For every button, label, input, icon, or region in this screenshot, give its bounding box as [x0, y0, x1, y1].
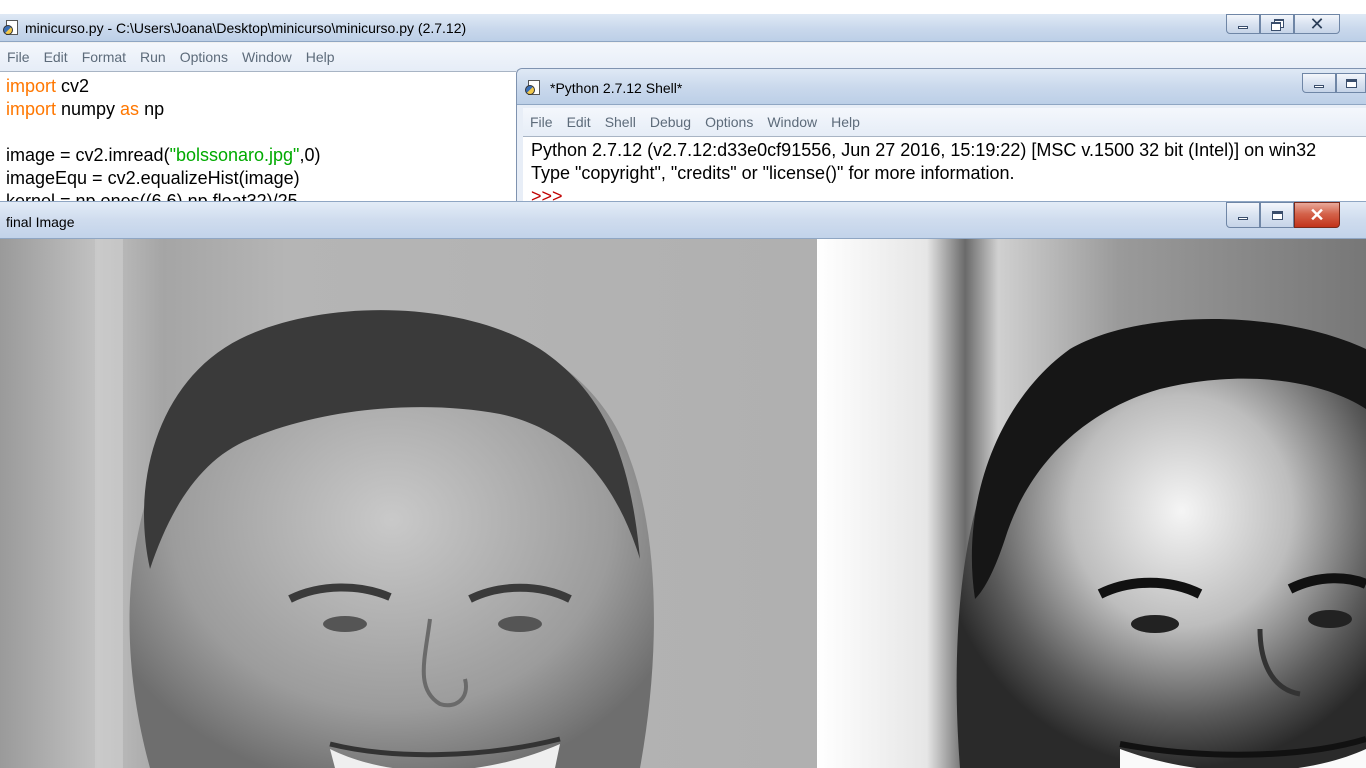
minimize-button[interactable]	[1226, 202, 1260, 228]
shell-window-controls	[1302, 73, 1366, 93]
image-window-controls: ✕	[1226, 202, 1340, 228]
image-canvas	[0, 239, 1366, 768]
menu-window[interactable]: Window	[235, 49, 299, 65]
editor-titlebar[interactable]: minicurso.py - C:\Users\Joana\Desktop\mi…	[0, 14, 1366, 42]
minimize-button[interactable]	[1302, 73, 1336, 93]
minimize-icon	[1314, 84, 1324, 88]
menu-options[interactable]: Options	[173, 49, 235, 65]
maximize-icon	[1345, 78, 1357, 88]
shell-titlebar[interactable]: *Python 2.7.12 Shell*	[517, 69, 1366, 105]
menu-file[interactable]: File	[523, 114, 560, 130]
shell-banner-line: Python 2.7.12 (v2.7.12:d33e0cf91556, Jun…	[531, 140, 1317, 160]
restore-button[interactable]	[1260, 14, 1294, 34]
menu-shell[interactable]: Shell	[598, 114, 643, 130]
maximize-icon	[1271, 210, 1283, 220]
menu-window[interactable]: Window	[760, 114, 824, 130]
editor-menubar: File Edit Format Run Options Window Help	[0, 43, 1366, 71]
shell-menubar: File Edit Shell Debug Options Window Hel…	[523, 108, 1366, 136]
menu-edit[interactable]: Edit	[37, 49, 75, 65]
editor-window-controls: ✕	[1226, 14, 1340, 34]
close-icon: ✕	[1309, 204, 1325, 225]
original-grayscale-image	[0, 239, 817, 768]
shell-output[interactable]: Python 2.7.12 (v2.7.12:d33e0cf91556, Jun…	[523, 136, 1366, 208]
close-button[interactable]: ✕	[1294, 14, 1340, 34]
menu-options[interactable]: Options	[698, 114, 760, 130]
image-window-title: final Image	[6, 214, 75, 230]
code-editor[interactable]: import cv2 import numpy as np image = cv2…	[0, 71, 516, 214]
code-line-2: import numpy as np	[6, 99, 165, 119]
code-line-1: import cv2	[6, 76, 90, 96]
code-line-5: imageEqu = cv2.equalizeHist(image)	[6, 168, 300, 188]
image-window: final Image ✕	[0, 201, 1366, 768]
editor-title: minicurso.py - C:\Users\Joana\Desktop\mi…	[25, 20, 467, 36]
idle-python-icon	[525, 79, 543, 97]
minimize-icon	[1238, 216, 1248, 220]
shell-window: *Python 2.7.12 Shell* File Edit Shell De…	[516, 68, 1366, 208]
maximize-button[interactable]	[1260, 202, 1294, 228]
close-icon: ✕	[1309, 13, 1325, 34]
code-line-4: image = cv2.imread("bolssonaro.jpg",0)	[6, 145, 321, 165]
image-canvas-svg	[0, 239, 1366, 768]
menu-help[interactable]: Help	[824, 114, 867, 130]
restore-icon	[1271, 19, 1284, 31]
maximize-button[interactable]	[1336, 73, 1366, 93]
idle-python-icon	[3, 19, 21, 37]
menu-debug[interactable]: Debug	[643, 114, 698, 130]
minimize-icon	[1238, 25, 1248, 29]
menu-format[interactable]: Format	[75, 49, 133, 65]
minimize-button[interactable]	[1226, 14, 1260, 34]
menu-file[interactable]: File	[0, 49, 37, 65]
shell-title: *Python 2.7.12 Shell*	[550, 80, 683, 96]
equalized-image	[817, 239, 1366, 768]
close-button[interactable]: ✕	[1294, 202, 1340, 228]
shell-info-line: Type "copyright", "credits" or "license(…	[531, 163, 1015, 183]
menu-edit[interactable]: Edit	[560, 114, 598, 130]
menu-help[interactable]: Help	[299, 49, 342, 65]
menu-run[interactable]: Run	[133, 49, 173, 65]
image-titlebar[interactable]: final Image ✕	[0, 201, 1366, 239]
